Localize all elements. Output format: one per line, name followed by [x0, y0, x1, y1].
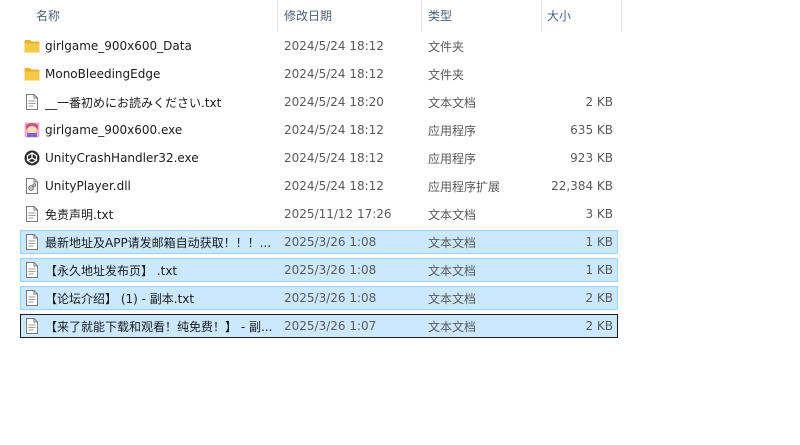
file-name: UnityPlayer.dll	[45, 179, 131, 193]
column-header-name[interactable]: ^ 名称	[0, 0, 278, 32]
file-name: 【永久地址发布页】 .txt	[45, 263, 178, 278]
file-date-modified: 2024/5/24 18:12	[284, 151, 384, 165]
file-list: girlgame_900x600_Data 2024/5/24 18:12 文件夹 M…	[20, 34, 618, 342]
file-name: 【来了就能下载和观看！纯免费！】 - 副...	[45, 319, 273, 334]
text-file-icon	[24, 262, 40, 278]
file-date-modified: 2025/3/26 1:08	[284, 235, 377, 249]
file-type: 文本文档	[428, 235, 477, 250]
file-type: 文本文档	[428, 263, 477, 278]
file-name: girlgame_900x600_Data	[45, 39, 192, 53]
file-size: 22,384 KB	[551, 179, 613, 193]
file-size: 923 KB	[570, 151, 613, 165]
file-type: 文件夹	[428, 67, 465, 82]
column-header-date[interactable]: 修改日期	[278, 0, 422, 32]
column-header-date-label: 修改日期	[284, 9, 333, 23]
file-name: 最新地址及APP请发邮箱自动获取！！！...	[45, 235, 272, 250]
file-date-modified: 2024/5/24 18:12	[284, 67, 384, 81]
text-file-icon	[24, 94, 40, 110]
folder-icon	[24, 66, 40, 82]
file-name: girlgame_900x600.exe	[45, 123, 183, 137]
file-type: 应用程序扩展	[428, 179, 501, 194]
game-app-icon	[24, 122, 40, 138]
file-name: UnityCrashHandler32.exe	[45, 151, 199, 165]
column-header-size[interactable]: 大小	[542, 0, 622, 32]
file-type: 文本文档	[428, 319, 477, 334]
file-row[interactable]: UnityCrashHandler32.exe 2024/5/24 18:12 应用…	[20, 146, 618, 170]
column-header-size-label: 大小	[547, 9, 572, 23]
sort-ascending-icon: ^	[148, 0, 156, 9]
file-size: 3 KB	[585, 207, 613, 221]
file-size: 635 KB	[570, 123, 613, 137]
column-header: ^ 名称 修改日期 类型 大小	[0, 0, 622, 32]
text-file-icon	[24, 234, 40, 250]
file-name: __一番初めにお読みください.txt	[45, 95, 222, 110]
file-row[interactable]: girlgame_900x600_Data 2024/5/24 18:12 文件夹	[20, 34, 618, 58]
text-file-icon	[24, 318, 40, 334]
file-name: 【论坛介绍】 (1) - 副本.txt	[45, 291, 195, 306]
file-date-modified: 2024/5/24 18:20	[284, 95, 384, 109]
file-row[interactable]: girlgame_900x600.exe 2024/5/24 18:12 应用程序 6…	[20, 118, 618, 142]
file-type: 文本文档	[428, 95, 477, 110]
file-size: 2 KB	[585, 319, 613, 333]
file-type: 文件夹	[428, 39, 465, 54]
file-size: 2 KB	[585, 291, 613, 305]
file-size: 1 KB	[585, 235, 613, 249]
file-date-modified: 2025/3/26 1:07	[284, 319, 377, 333]
file-row[interactable]: 【论坛介绍】 (1) - 副本.txt 2025/3/26 1:08 文本文档 2 K…	[20, 286, 618, 310]
file-row[interactable]: 【来了就能下载和观看！纯免费！】 - 副... 2025/3/26 1:07 文本文…	[20, 314, 618, 338]
file-type: 应用程序	[428, 151, 477, 166]
column-header-type[interactable]: 类型	[422, 0, 542, 32]
file-date-modified: 2025/3/26 1:08	[284, 263, 377, 277]
file-date-modified: 2024/5/24 18:12	[284, 123, 384, 137]
file-row[interactable]: 最新地址及APP请发邮箱自动获取！！！... 2025/3/26 1:08 文本文档…	[20, 230, 618, 254]
dll-file-icon	[24, 178, 40, 194]
file-size: 2 KB	[585, 95, 613, 109]
file-row[interactable]: 【永久地址发布页】 .txt 2025/3/26 1:08 文本文档 1 KB	[20, 258, 618, 282]
column-header-type-label: 类型	[428, 9, 453, 23]
file-type: 文本文档	[428, 291, 477, 306]
file-row[interactable]: __一番初めにお読みください.txt 2024/5/24 18:20 文本文档 2 K…	[20, 90, 618, 114]
file-date-modified: 2024/5/24 18:12	[284, 39, 384, 53]
unity-icon	[24, 150, 40, 166]
file-date-modified: 2025/3/26 1:08	[284, 291, 377, 305]
text-file-icon	[24, 290, 40, 306]
file-name: 免责声明.txt	[45, 207, 114, 222]
text-file-icon	[24, 206, 40, 222]
file-type: 应用程序	[428, 123, 477, 138]
column-header-name-label: 名称	[36, 9, 61, 23]
file-size: 1 KB	[585, 263, 613, 277]
folder-icon	[24, 38, 40, 54]
file-row[interactable]: 免责声明.txt 2025/11/12 17:26 文本文档 3 KB	[20, 202, 618, 226]
file-type: 文本文档	[428, 207, 477, 222]
file-name: MonoBleedingEdge	[45, 67, 161, 81]
file-row[interactable]: MonoBleedingEdge 2024/5/24 18:12 文件夹	[20, 62, 618, 86]
file-date-modified: 2025/11/12 17:26	[284, 207, 392, 221]
file-row[interactable]: UnityPlayer.dll 2024/5/24 18:12 应用程序扩展 22,3…	[20, 174, 618, 198]
file-explorer-window: ^ 名称 修改日期 类型 大小 girlgame_900x600_Data 202…	[0, 0, 800, 445]
file-date-modified: 2024/5/24 18:12	[284, 179, 384, 193]
